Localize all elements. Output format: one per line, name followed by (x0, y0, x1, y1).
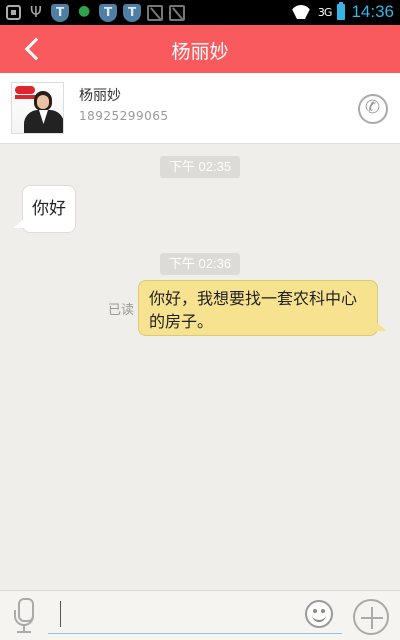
notification-icon (6, 5, 21, 20)
status-bar: 3G 14:36 (0, 0, 400, 25)
status-icons-right: 3G 14:36 (290, 1, 394, 23)
signal-indicator: 3G (317, 5, 332, 19)
usb-icon (27, 3, 45, 22)
battery-icon (337, 2, 346, 20)
phone-icon[interactable] (358, 94, 388, 124)
timestamp: 下午 02:35 (160, 156, 240, 178)
wifi-icon (290, 5, 312, 19)
clock: 14:36 (351, 2, 394, 21)
app-header: 杨丽妙 (0, 25, 400, 73)
status-icons-left (6, 3, 185, 22)
no-signal-icon (147, 4, 163, 21)
timestamp: 下午 02:36 (160, 253, 240, 275)
security-icon (75, 3, 93, 22)
microphone-base (17, 631, 31, 633)
shield-icon (123, 3, 141, 22)
contact-card[interactable]: 杨丽妙 18925299065 (0, 73, 400, 144)
incoming-message-bubble[interactable]: 你好 (22, 185, 76, 233)
avatar[interactable] (11, 82, 64, 134)
outgoing-message-bubble[interactable]: 你好，我想要找一套农科中心的房子。 (138, 280, 378, 336)
message-input[interactable] (48, 600, 342, 634)
logo-badge (15, 86, 35, 94)
contact-name: 杨丽妙 (79, 88, 121, 104)
no-signal-icon (169, 4, 185, 21)
input-bar (0, 590, 400, 640)
contact-phone: 18925299065 (79, 109, 169, 123)
avatar-face (37, 95, 49, 109)
plus-icon[interactable] (353, 599, 389, 635)
page-title: 杨丽妙 (171, 41, 229, 63)
shield-icon (99, 3, 117, 22)
text-cursor (60, 601, 61, 627)
emoji-icon[interactable] (305, 600, 333, 628)
read-status: 已读 (108, 303, 135, 318)
shield-icon (51, 3, 69, 22)
